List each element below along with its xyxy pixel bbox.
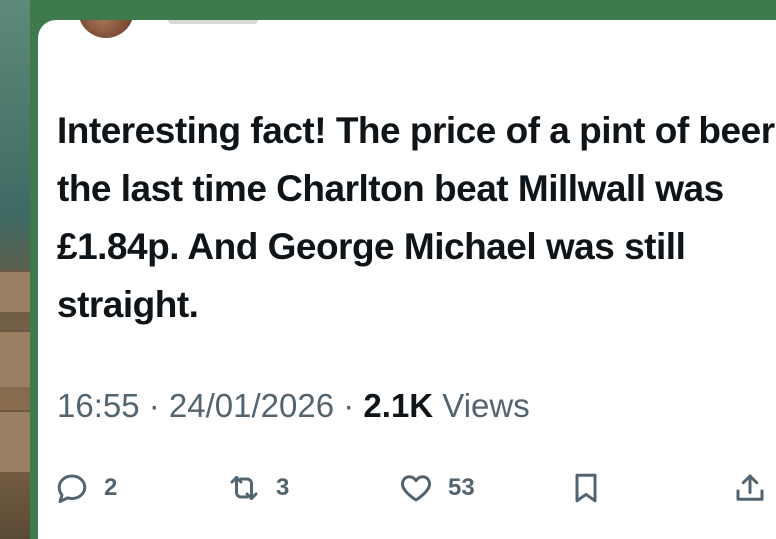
bookmark-button[interactable] [568,466,604,510]
action-bar: 2 3 53 [38,466,776,510]
repost-icon [226,470,262,506]
background-wall [0,0,30,539]
tweet-card: Interesting fact! The price of a pint of… [38,20,776,539]
repost-button[interactable]: 3 [226,466,289,510]
tweet-time[interactable]: 16:55 [57,387,140,424]
avatar[interactable] [78,20,134,38]
heart-icon [398,470,434,506]
background-stone [0,410,30,472]
like-button[interactable]: 53 [398,466,475,510]
meta-separator: · [334,387,364,424]
share-icon [732,470,768,506]
repost-count: 3 [276,474,290,501]
author-name-partial [168,20,258,24]
views-count: 2.1K [363,387,434,424]
bookmark-icon [568,470,604,506]
views-label: Views [433,387,530,424]
reply-button[interactable]: 2 [54,466,117,510]
reply-count: 2 [104,474,118,501]
background-stone [0,270,30,312]
tweet-date[interactable]: 24/01/2026 [169,387,334,424]
tweet-meta: 16:55 · 24/01/2026 · 2.1K Views [57,384,530,428]
reply-icon [54,470,90,506]
meta-separator: · [139,387,169,424]
like-count: 53 [448,474,475,501]
background-stone [0,330,30,387]
share-button[interactable] [732,466,768,510]
tweet-text: Interesting fact! The price of a pint of… [57,110,775,325]
